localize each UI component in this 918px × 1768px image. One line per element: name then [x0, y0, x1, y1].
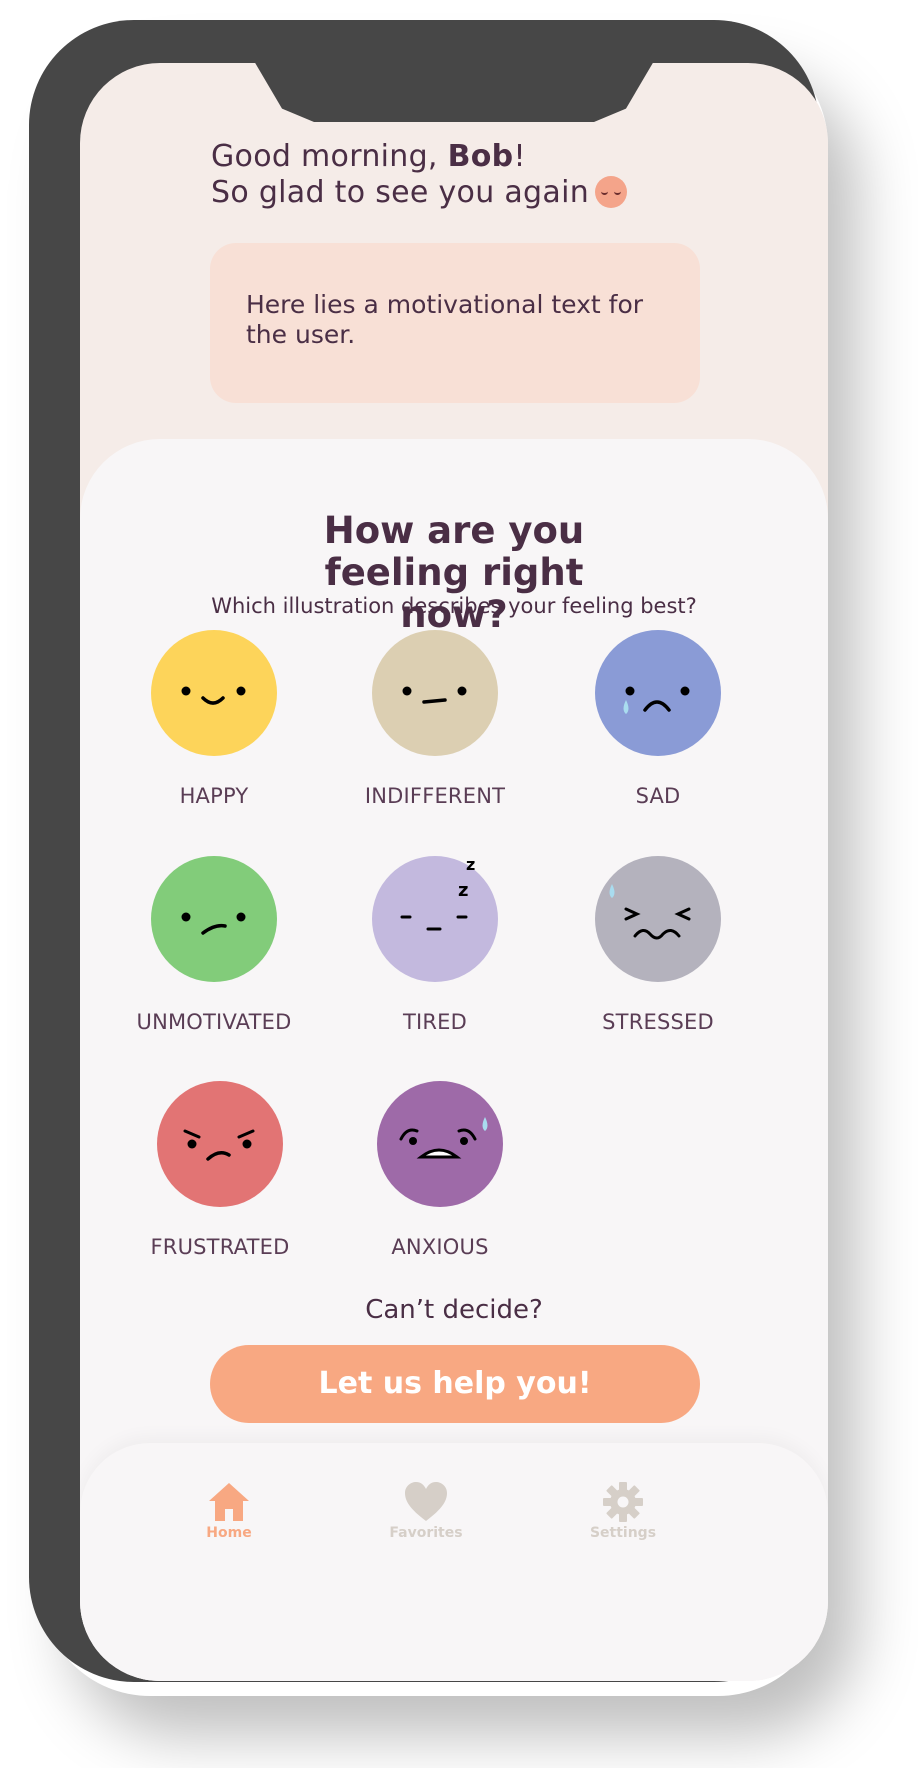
stressed-face-icon — [595, 856, 721, 982]
mood-label: HAPPY — [179, 784, 249, 808]
sad-face-icon — [595, 630, 721, 756]
tab-label: Favorites — [389, 1525, 463, 1541]
help-me-decide-button[interactable]: Let us help you! — [210, 1345, 700, 1423]
mood-label: ANXIOUS — [391, 1235, 489, 1259]
greeting-suffix: ! — [513, 139, 526, 174]
mood-tired[interactable]: zz TIRED — [335, 855, 535, 1034]
question-subtitle: Which illustration describes your feelin… — [211, 594, 697, 618]
greeting-prefix: Good morning, — [211, 139, 438, 174]
mood-anxious[interactable]: ANXIOUS — [340, 1081, 540, 1259]
home-icon — [209, 1483, 249, 1521]
svg-text:z: z — [466, 855, 475, 874]
mood-indifferent[interactable]: INDIFFERENT — [335, 630, 535, 808]
motivation-text: Here lies a motivational text for the us… — [246, 290, 644, 349]
bottom-tab-bar — [80, 1443, 828, 1681]
unmotivated-face-icon — [151, 856, 277, 982]
greeting-subtitle-line: So glad to see you again — [211, 175, 628, 211]
anxious-face-icon — [377, 1081, 503, 1207]
mood-sad[interactable]: SAD — [558, 630, 758, 808]
mood-stressed[interactable]: STRESSED — [558, 856, 758, 1034]
greeting: Good morning, Bob! So glad to see you ag… — [211, 139, 628, 211]
mood-label: FRUSTRATED — [150, 1235, 290, 1259]
svg-text:z: z — [458, 880, 468, 901]
tab-label: Home — [206, 1525, 252, 1541]
user-name: Bob — [447, 139, 514, 174]
mood-frustrated[interactable]: FRUSTRATED — [120, 1081, 320, 1259]
phone-frame: Good morning, Bob! So glad to see you ag… — [29, 20, 828, 1682]
mood-label: SAD — [635, 784, 681, 808]
greeting-subtitle: So glad to see you again — [211, 175, 590, 210]
phone-notch — [254, 63, 654, 122]
happy-face-icon — [151, 630, 277, 756]
mood-unmotivated[interactable]: UNMOTIVATED — [114, 856, 314, 1034]
tab-home[interactable]: Home — [169, 1481, 289, 1541]
tab-label: Settings — [589, 1525, 657, 1541]
tab-favorites[interactable]: Favorites — [366, 1481, 486, 1541]
tired-face-icon: zz — [372, 855, 498, 982]
cant-decide-text: Can’t decide? — [365, 1295, 543, 1325]
mood-label: STRESSED — [602, 1010, 714, 1034]
mood-label: TIRED — [402, 1010, 468, 1034]
mood-label: UNMOTIVATED — [136, 1010, 292, 1034]
heart-icon — [405, 1482, 447, 1521]
frustrated-face-icon — [157, 1081, 283, 1207]
mood-happy[interactable]: HAPPY — [114, 630, 314, 808]
tab-settings[interactable]: Settings — [563, 1481, 683, 1541]
app-screen: Good morning, Bob! So glad to see you ag… — [80, 63, 828, 1681]
mood-label: INDIFFERENT — [364, 784, 506, 808]
motivation-card: Here lies a motivational text for the us… — [210, 243, 700, 403]
smiling-face-emoji-icon — [595, 176, 628, 208]
gear-icon — [603, 1482, 643, 1522]
greeting-line: Good morning, Bob! — [211, 139, 627, 175]
indifferent-face-icon — [372, 630, 498, 756]
